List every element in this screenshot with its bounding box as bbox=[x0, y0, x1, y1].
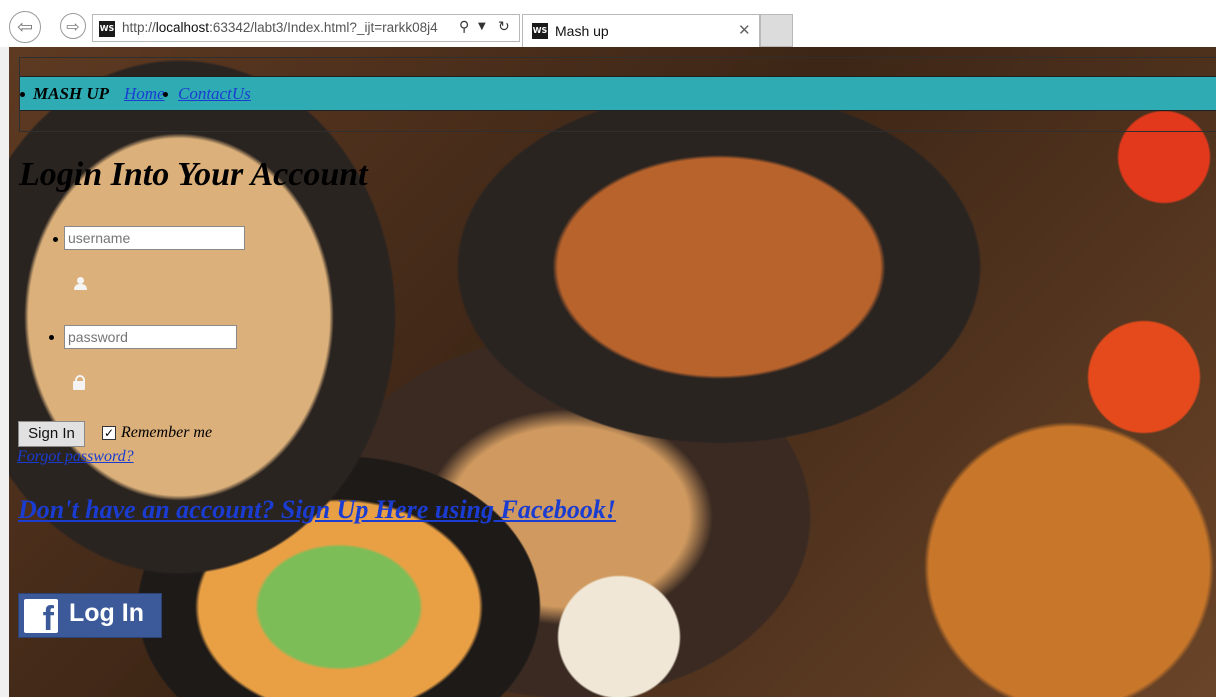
new-tab-button[interactable] bbox=[760, 14, 793, 47]
url-prefix: http:// bbox=[122, 20, 156, 35]
navbar-strip: MASH UP Home ContactUs bbox=[20, 76, 1216, 111]
browser-tab[interactable]: WS Mash up ✕ bbox=[522, 14, 760, 47]
url-host: localhost bbox=[155, 20, 210, 35]
list-bullet bbox=[163, 92, 168, 97]
facebook-signup-link[interactable]: Don't have an account? Sign Up Here usin… bbox=[18, 495, 616, 525]
user-icon-body bbox=[74, 284, 87, 290]
facebook-login-button[interactable]: f Log In bbox=[18, 593, 162, 638]
forgot-password-link[interactable]: Forgot password? bbox=[17, 448, 134, 466]
dropdown-arrow-icon[interactable]: ▼ bbox=[478, 21, 486, 32]
user-icon bbox=[74, 277, 87, 290]
nav-link-contactus[interactable]: ContactUs bbox=[178, 84, 251, 104]
password-input[interactable] bbox=[64, 325, 237, 349]
list-bullet bbox=[20, 92, 25, 97]
nav-link-home[interactable]: Home bbox=[124, 84, 165, 104]
sign-in-button[interactable]: Sign In bbox=[18, 421, 85, 447]
back-arrow-icon[interactable]: ⇦ bbox=[9, 11, 41, 43]
page-viewport: MASH UP Home ContactUs Login Into Your A… bbox=[9, 47, 1216, 697]
lock-icon-body bbox=[73, 381, 85, 390]
facebook-f-icon: f bbox=[24, 599, 58, 633]
browser-chrome: ⇦ ⇨ WS http://localhost:63342/labt3/Inde… bbox=[0, 0, 1216, 47]
facebook-login-label: Log In bbox=[69, 599, 144, 627]
close-tab-icon[interactable]: ✕ bbox=[738, 21, 751, 39]
tab-title: Mash up bbox=[555, 23, 609, 39]
lock-icon bbox=[73, 375, 85, 390]
list-bullet bbox=[49, 335, 54, 340]
forward-arrow-icon[interactable]: ⇨ bbox=[60, 13, 86, 39]
tab-favicon-icon: WS bbox=[532, 23, 548, 39]
webstorm-favicon-icon: WS bbox=[99, 21, 115, 37]
search-icon[interactable]: ⚲ bbox=[459, 19, 469, 35]
navbar: MASH UP Home ContactUs bbox=[19, 57, 1216, 132]
address-url[interactable]: http://localhost:63342/labt3/Index.html?… bbox=[122, 20, 438, 35]
address-bar[interactable]: WS http://localhost:63342/labt3/Index.ht… bbox=[92, 14, 520, 42]
brand-logo: MASH UP bbox=[33, 84, 110, 103]
user-icon-head bbox=[77, 277, 84, 284]
list-bullet bbox=[53, 237, 58, 242]
page-title: Login Into Your Account bbox=[19, 156, 368, 193]
remember-me-label: Remember me bbox=[121, 424, 213, 441]
username-input[interactable] bbox=[64, 226, 245, 250]
refresh-icon[interactable]: ↻ bbox=[498, 19, 510, 35]
url-rest: :63342/labt3/Index.html?_ijt=rarkk08j4 bbox=[209, 20, 438, 35]
remember-me-checkbox[interactable]: ✓ bbox=[102, 426, 116, 440]
